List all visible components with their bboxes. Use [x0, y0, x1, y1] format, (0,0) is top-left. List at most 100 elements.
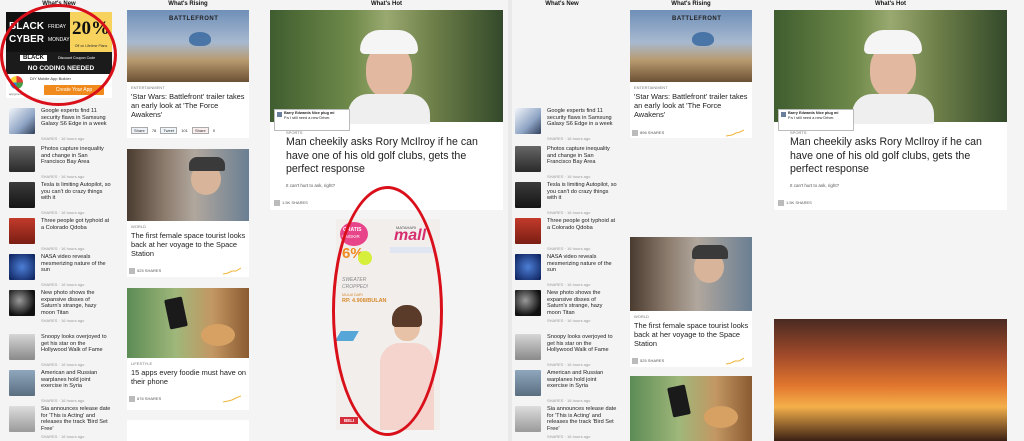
list-item-title: Three people got typhoid at a Colorado Q…	[547, 218, 616, 231]
card-category: WORLD	[634, 314, 649, 319]
list-item[interactable]: Tesla is limiting Autopilot, so you can'…	[9, 182, 111, 218]
share-count: 896 SHARES	[632, 130, 664, 136]
list-item[interactable]: Sia announces release date for 'This is …	[9, 406, 110, 441]
share-icon	[778, 200, 784, 206]
list-item[interactable]: Sia announces release date for 'This is …	[515, 406, 617, 441]
list-item-meta: SHARES · 16 hours ago	[41, 434, 85, 439]
list-item-title: Photos capture inequality and change in …	[547, 146, 610, 165]
thumb-titan-image	[515, 290, 541, 316]
list-item-meta: SHARES · 16 hours ago	[547, 246, 591, 251]
list-item-meta: SHARES · 16 hours ago	[41, 210, 85, 215]
card-title: 'Star Wars: Battlefront' trailer takes a…	[634, 92, 748, 119]
left-screenshot: What's New What's Rising What's Hot BLAC…	[0, 0, 508, 441]
list-item[interactable]: American and Russian warplanes hold join…	[515, 370, 615, 406]
list-item-meta: SHARES · 16 hours ago	[547, 398, 591, 403]
whats-new-list: Google experts find 11 security flaws in…	[515, 108, 625, 441]
list-item[interactable]: Tesla is limiting Autopilot, so you can'…	[515, 182, 617, 218]
mcilroy-photo	[774, 10, 1007, 124]
facebook-count: 78	[151, 128, 157, 133]
embedded-tweet[interactable]: Barry Edwards Nice plug mi P.s I still n…	[274, 109, 350, 131]
list-item-meta: SHARES · 16 hours ago	[547, 318, 591, 323]
list-item[interactable]: Snoopy looks overjoyed to get his star o…	[9, 334, 109, 370]
share-icon	[632, 358, 638, 364]
list-item-meta: SHARES · 16 hours ago	[547, 136, 591, 141]
rising-card-starwars[interactable]: BATTLEFRONT ENTERTAINMENT 'Star Wars: Ba…	[127, 10, 249, 138]
list-item-title: Photos capture inequality and change in …	[41, 146, 104, 165]
list-item[interactable]: New photo shows the expansive disses of …	[9, 290, 109, 326]
list-item-title: NASA video reveals mesmerizing nature of…	[41, 254, 106, 273]
hot-card-mcilroy[interactable]: Barry Edwards Nice plug mi P.s I still n…	[270, 10, 503, 210]
share-icon	[129, 396, 135, 402]
list-item[interactable]: NASA video reveals mesmerizing nature of…	[515, 254, 615, 290]
social-bar: Share 78 Tweet 101 Share 0	[131, 127, 218, 134]
facebook-share-button[interactable]: Share	[131, 127, 148, 134]
list-item-meta: SHARES · 16 hours ago	[41, 136, 85, 141]
battlefront-logo-text: BATTLEFRONT	[169, 16, 219, 22]
list-item[interactable]: NASA video reveals mesmerizing nature of…	[9, 254, 109, 290]
thumb-sia-image	[9, 406, 35, 432]
rising-card-space-tourist[interactable]: WORLD The first female space tourist loo…	[127, 149, 249, 277]
gplus-share-button[interactable]: Share	[192, 127, 209, 134]
trend-icon	[223, 267, 241, 275]
ad-beli-button[interactable]: BELI	[340, 417, 359, 424]
rising-card-starwars[interactable]: BATTLEFRONT ENTERTAINMENT 'Star Wars: Ba…	[630, 10, 752, 138]
embedded-tweet[interactable]: Barry Edwards Nice plug mi P.s I still n…	[778, 109, 854, 131]
card-title: The first female space tourist looks bac…	[634, 321, 749, 348]
rising-card-next[interactable]	[127, 420, 249, 441]
hot-card-sunset[interactable]	[774, 319, 1007, 441]
thumb-galaxy-image	[515, 108, 541, 134]
list-item-meta: SHARES · 16 hours ago	[547, 174, 591, 179]
header-whats-hot: What's Hot	[370, 1, 403, 7]
list-item[interactable]: American and Russian warplanes hold join…	[9, 370, 109, 406]
list-item[interactable]: Snoopy looks overjoyed to get his star o…	[515, 334, 615, 370]
list-item-title: American and Russian warplanes hold join…	[41, 370, 98, 389]
tweet-text: P.s I still need a new Driver.	[284, 116, 331, 120]
tweet-button[interactable]: Tweet	[160, 127, 178, 134]
list-item[interactable]: New photo shows the expansive disses of …	[515, 290, 615, 326]
share-count: 525 SHARES	[129, 268, 161, 274]
list-item-meta: SHARES · 16 hours ago	[41, 246, 85, 251]
hot-card-mcilroy[interactable]: Barry Edwards Nice plug mi P.s I still n…	[774, 10, 1007, 210]
list-item-meta: SHARES · 16 hours ago	[547, 362, 591, 367]
list-item-meta: SHARES · 16 hours ago	[547, 282, 591, 287]
thumb-warplane-image	[9, 370, 35, 396]
list-item-title: Google experts find 11 security flaws in…	[41, 108, 107, 127]
list-item-title: Sia announces release date for 'This is …	[547, 406, 617, 432]
list-item[interactable]: Google experts find 11 security flaws in…	[9, 108, 109, 144]
thumb-snoopy-image	[9, 334, 35, 360]
starwars-image: BATTLEFRONT	[630, 10, 752, 82]
annotation-circle-top	[0, 4, 117, 106]
thumb-sia-image	[515, 406, 541, 432]
whats-new-list: Google experts find 11 security flaws in…	[9, 108, 119, 441]
share-count: 1.5K SHARES	[778, 200, 812, 206]
thumb-tesla-image	[515, 182, 541, 208]
thumb-warplane-image	[515, 370, 541, 396]
list-item-meta: SHARES · 16 hours ago	[547, 210, 591, 215]
list-item-title: New photo shows the expansive disses of …	[41, 290, 97, 316]
header-whats-rising: What's Rising	[671, 1, 711, 7]
thumb-sf-image	[515, 146, 541, 172]
list-item[interactable]: Photos capture inequality and change in …	[515, 146, 615, 182]
list-item-title: Three people got typhoid at a Colorado Q…	[41, 218, 110, 231]
list-item[interactable]: Google experts find 11 security flaws in…	[515, 108, 615, 144]
list-item-meta: SHARES · 16 hours ago	[41, 318, 85, 323]
share-icon	[129, 268, 135, 274]
list-item-title: NASA video reveals mesmerizing nature of…	[547, 254, 612, 273]
trend-icon	[726, 357, 744, 365]
header-whats-new: What's New	[545, 1, 579, 7]
card-category: ENTERTAINMENT	[634, 85, 668, 90]
astronaut-image	[630, 237, 752, 311]
rising-card-foodie-apps[interactable]: LIFESTYLE 15 apps every foodie must have…	[127, 288, 249, 410]
list-item[interactable]: Three people got typhoid at a Colorado Q…	[9, 218, 109, 254]
thumb-sun-image	[515, 254, 541, 280]
rising-card-foodie-apps[interactable]	[630, 376, 752, 441]
list-item[interactable]: Photos capture inequality and change in …	[9, 146, 109, 182]
starwars-image: BATTLEFRONT	[127, 10, 249, 82]
rising-card-space-tourist[interactable]: WORLD The first female space tourist loo…	[630, 237, 752, 367]
thumb-titan-image	[9, 290, 35, 316]
card-category: SPORTS	[790, 130, 807, 135]
thumb-qdoba-image	[9, 218, 35, 244]
thumb-sf-image	[9, 146, 35, 172]
list-item-meta: SHARES · 16 hours ago	[547, 434, 591, 439]
list-item[interactable]: Three people got typhoid at a Colorado Q…	[515, 218, 615, 254]
